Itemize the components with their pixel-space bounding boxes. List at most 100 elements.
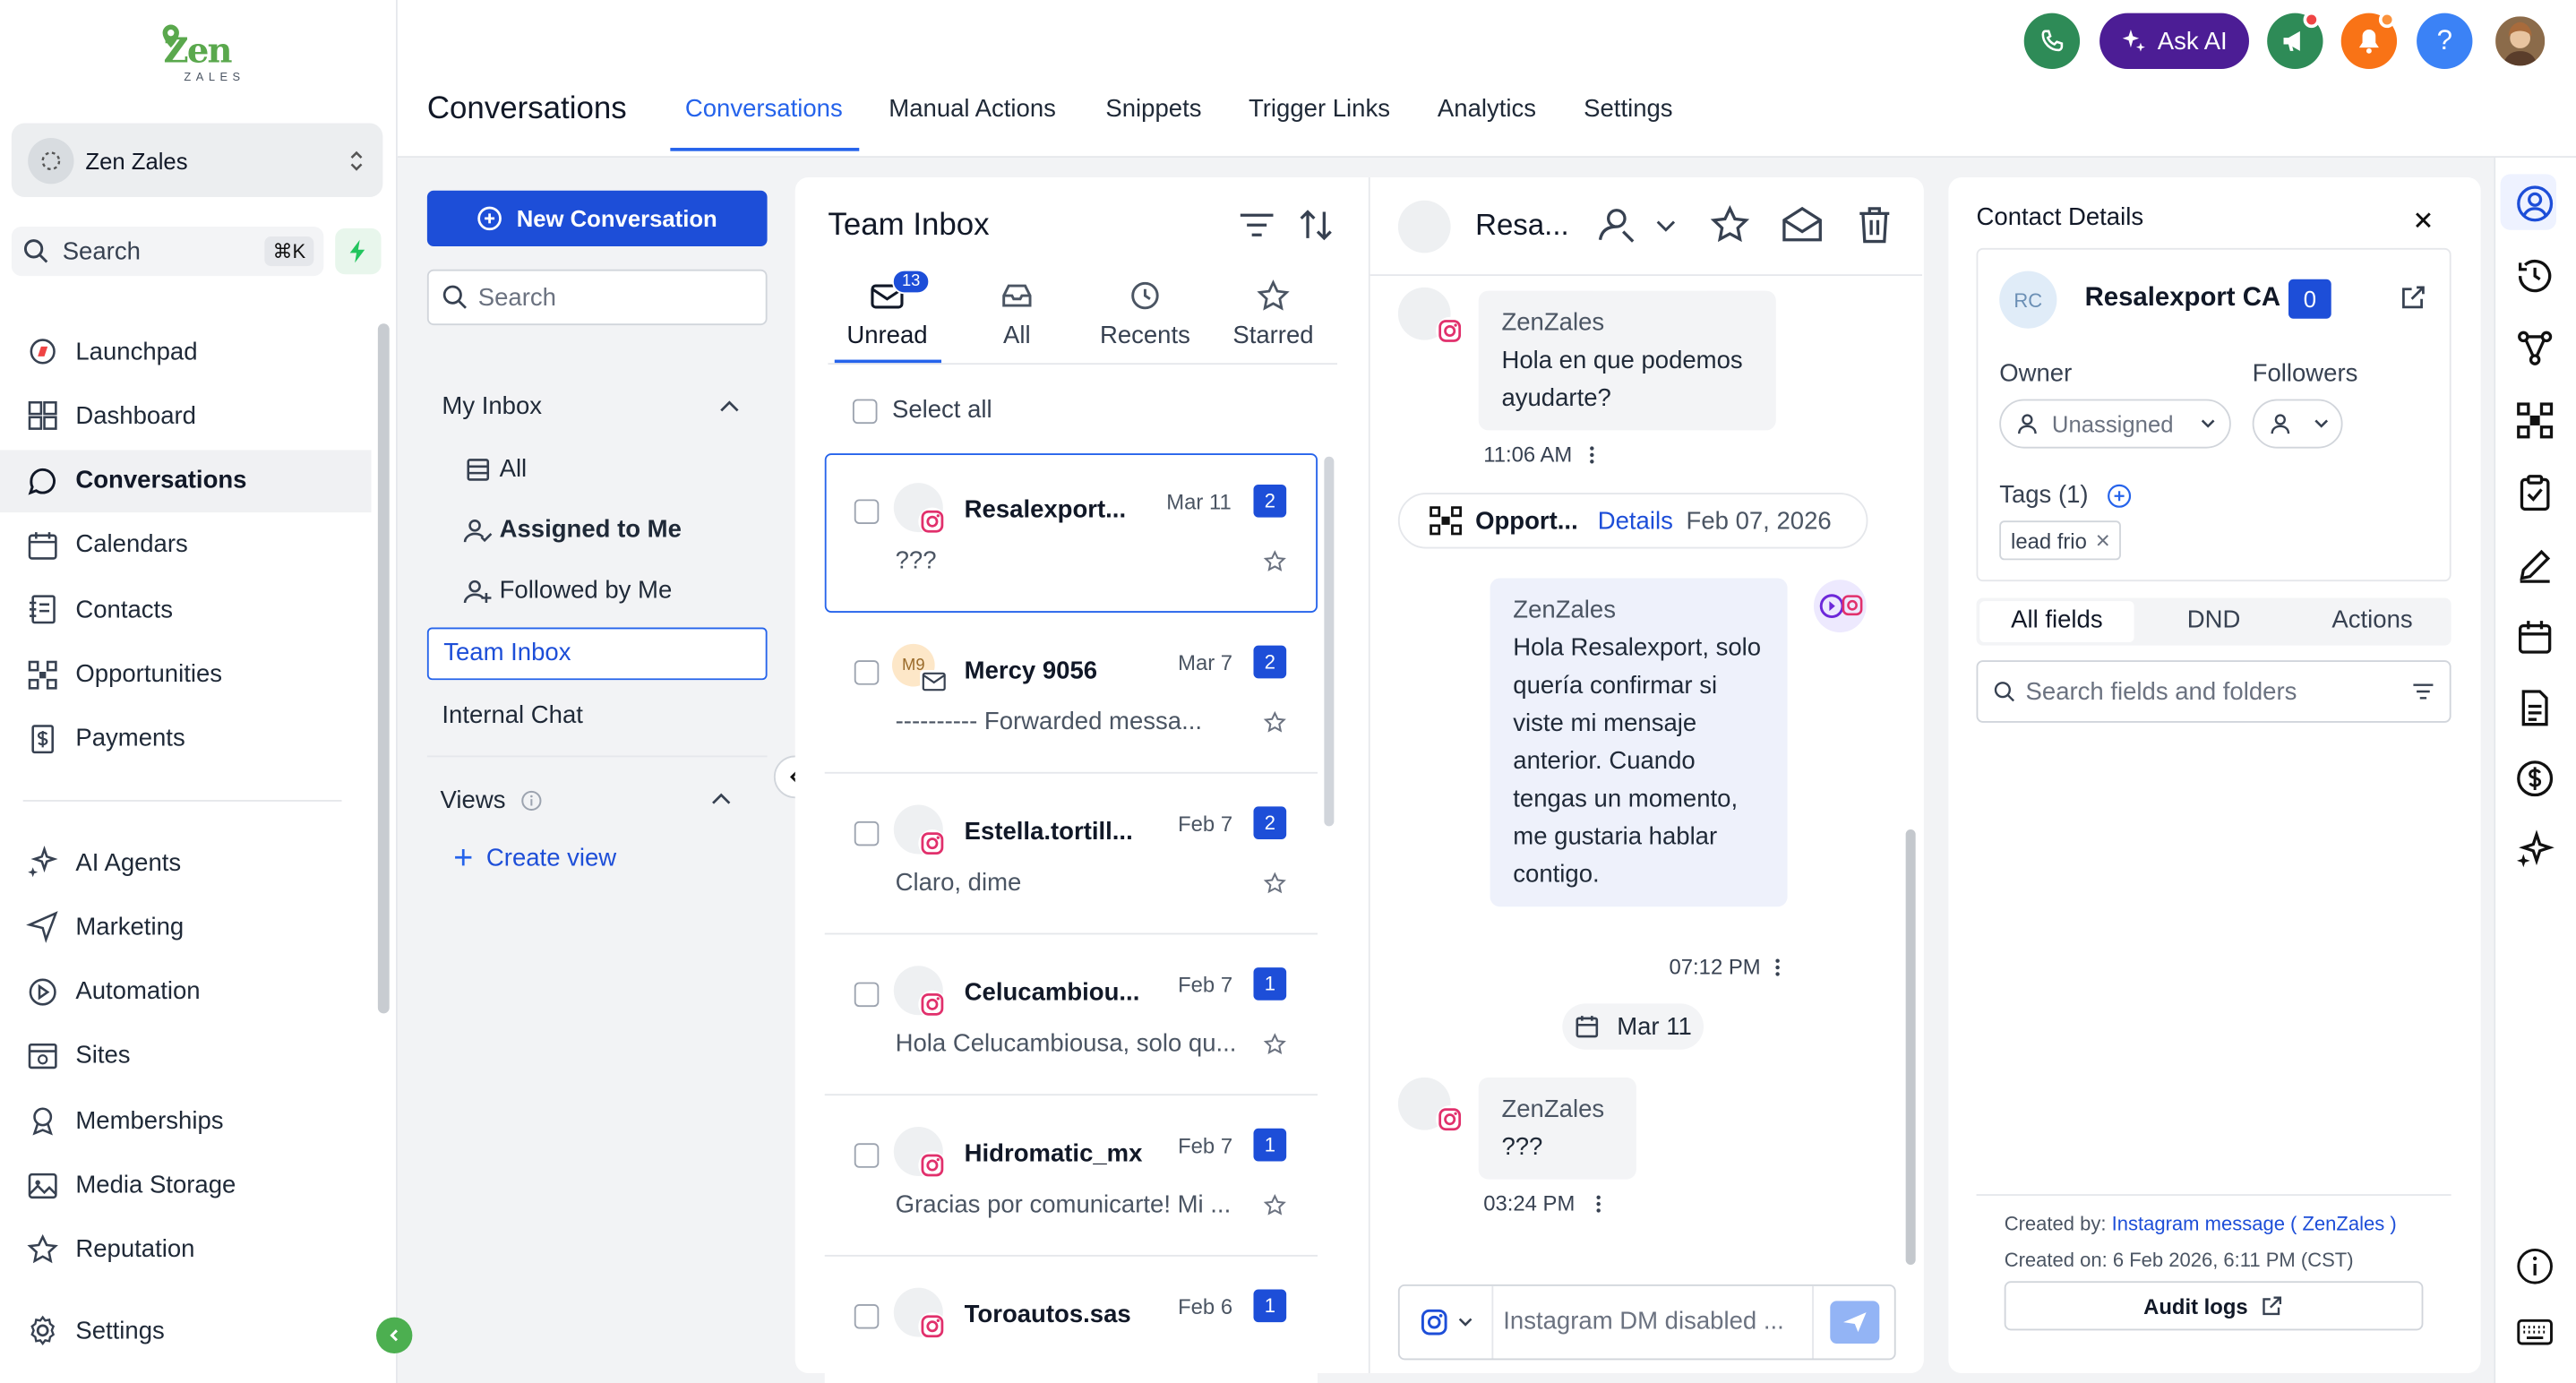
tab-manual-actions[interactable]: Manual Actions xyxy=(889,95,1056,123)
sidebar-item-launchpad[interactable]: Launchpad xyxy=(0,321,372,383)
sidebar-item-automation[interactable]: Automation xyxy=(0,960,372,1023)
conversation-item[interactable] xyxy=(824,775,1318,935)
owner-select[interactable]: Unassigned xyxy=(1999,399,2231,449)
star-outline-icon[interactable] xyxy=(1263,1194,1286,1217)
inbox-item-assigned[interactable]: Assigned to Me xyxy=(500,516,682,544)
conversation-item[interactable] xyxy=(824,453,1318,613)
team-inbox-item[interactable]: Team Inbox xyxy=(426,627,768,681)
notes-pen-icon[interactable] xyxy=(2513,544,2556,587)
audit-logs-button[interactable]: Audit logs xyxy=(2004,1281,2424,1331)
contact-name[interactable]: Resalexport CA xyxy=(2085,284,2281,314)
filter-icon[interactable] xyxy=(1237,209,1276,242)
conversation-item[interactable] xyxy=(824,1096,1318,1257)
tab-dnd[interactable]: DND xyxy=(2135,606,2291,634)
tab-all[interactable]: All xyxy=(979,279,1054,350)
tab-recents[interactable]: Recents xyxy=(1087,279,1202,350)
chevron-up-icon[interactable] xyxy=(709,790,733,810)
sidebar-search[interactable]: Search ⌘K xyxy=(11,227,324,277)
contact-profile-icon[interactable] xyxy=(2513,183,2556,226)
inbox-item-all[interactable]: All xyxy=(500,455,528,483)
filter-icon[interactable] xyxy=(2412,682,2435,701)
chat-scrollbar[interactable] xyxy=(1905,829,1916,1265)
assign-user-icon[interactable] xyxy=(1593,203,1639,246)
quick-action-button[interactable] xyxy=(335,228,382,275)
followers-select[interactable] xyxy=(2252,399,2343,449)
close-icon[interactable] xyxy=(2412,209,2435,232)
inbox-item-followed[interactable]: Followed by Me xyxy=(500,577,673,605)
sidebar-item-settings[interactable]: Settings xyxy=(0,1299,372,1362)
conversation-checkbox[interactable] xyxy=(854,499,880,524)
my-inbox-heading[interactable]: My Inbox xyxy=(442,392,542,420)
keyboard-icon[interactable] xyxy=(2513,1310,2556,1353)
conversation-checkbox[interactable] xyxy=(854,660,880,685)
collapse-sidebar-button[interactable] xyxy=(376,1317,413,1353)
select-all-checkbox[interactable] xyxy=(852,399,878,425)
tab-snippets[interactable]: Snippets xyxy=(1105,95,1201,123)
trash-icon[interactable] xyxy=(1853,203,1896,246)
help-button[interactable]: ? xyxy=(2417,13,2473,70)
new-conversation-button[interactable]: New Conversation xyxy=(426,190,768,247)
conversation-checkbox[interactable] xyxy=(854,982,880,1008)
phone-button[interactable] xyxy=(2023,13,2081,70)
tasks-icon[interactable] xyxy=(2513,471,2556,514)
tab-actions[interactable]: Actions xyxy=(2294,606,2451,634)
sort-icon[interactable] xyxy=(1296,205,1335,245)
conversation-checkbox[interactable] xyxy=(854,1303,880,1329)
zenzales-logo[interactable]: Zen ZALES xyxy=(151,23,244,96)
sidebar-item-conversations[interactable]: Conversations xyxy=(0,449,372,512)
chevron-up-icon[interactable] xyxy=(718,398,742,417)
more-options-icon[interactable] xyxy=(1593,1192,1603,1215)
tab-starred[interactable]: Starred xyxy=(1223,279,1325,350)
more-options-icon[interactable] xyxy=(1773,956,1782,979)
tag-chip[interactable]: lead frio xyxy=(1999,520,2122,561)
star-outline-icon[interactable] xyxy=(1263,550,1286,573)
conversation-item[interactable] xyxy=(824,936,1318,1096)
documents-icon[interactable] xyxy=(2513,686,2556,729)
sidebar-item-memberships[interactable]: Memberships xyxy=(0,1089,372,1152)
star-outline-icon[interactable] xyxy=(1263,1033,1286,1056)
sidebar-item-reputation[interactable]: Reputation xyxy=(0,1218,372,1281)
conversation-search-input[interactable]: Search xyxy=(426,269,768,326)
list-scrollbar[interactable] xyxy=(1324,456,1335,827)
remove-tag-icon[interactable] xyxy=(2097,534,2110,547)
opportunities-icon[interactable] xyxy=(2513,399,2556,442)
user-avatar[interactable] xyxy=(2492,13,2548,70)
sidebar-item-dashboard[interactable]: Dashboard xyxy=(0,385,372,448)
sidebar-scrollbar[interactable] xyxy=(377,323,390,1014)
sidebar-item-sites[interactable]: Sites xyxy=(0,1025,372,1087)
add-tag-icon[interactable] xyxy=(2106,483,2132,509)
workflow-icon[interactable] xyxy=(2513,327,2556,370)
chevron-down-icon[interactable] xyxy=(1654,215,1678,235)
info-icon[interactable] xyxy=(2513,1245,2556,1288)
tab-all-fields[interactable]: All fields xyxy=(1979,606,2134,634)
announcements-button[interactable] xyxy=(2267,11,2323,70)
tab-analytics[interactable]: Analytics xyxy=(1438,95,1536,123)
payments-dollar-icon[interactable] xyxy=(2513,757,2556,800)
opportunity-details-link[interactable]: Details xyxy=(1598,507,1673,535)
tab-trigger-links[interactable]: Trigger Links xyxy=(1249,95,1390,123)
conversation-item[interactable] xyxy=(824,614,1318,774)
tab-unread[interactable]: Unread 13 xyxy=(829,269,944,350)
tab-conversations[interactable]: Conversations xyxy=(685,95,843,123)
ai-sparkle-icon[interactable] xyxy=(2513,828,2556,871)
fields-search-input[interactable]: Search fields and folders xyxy=(1976,660,2451,723)
star-outline-icon[interactable] xyxy=(1709,203,1752,246)
appointments-calendar-icon[interactable] xyxy=(2513,616,2556,659)
created-by-link[interactable]: Instagram message ( ZenZales ) xyxy=(2112,1212,2397,1235)
internal-chat-item[interactable]: Internal Chat xyxy=(442,701,583,729)
conversation-checkbox[interactable] xyxy=(854,1143,880,1168)
sidebar-item-media-storage[interactable]: Media Storage xyxy=(0,1154,372,1216)
channel-selector[interactable] xyxy=(1400,1285,1494,1359)
sidebar-item-contacts[interactable]: Contacts xyxy=(0,579,372,641)
sidebar-item-payments[interactable]: Payments xyxy=(0,708,372,770)
external-link-icon[interactable] xyxy=(2399,282,2428,312)
account-switcher[interactable]: Zen Zales xyxy=(11,123,383,198)
activity-history-icon[interactable] xyxy=(2513,254,2556,297)
sidebar-item-marketing[interactable]: Marketing xyxy=(0,896,372,958)
message-input[interactable]: Instagram DM disabled ... xyxy=(1503,1308,1808,1336)
mark-read-icon[interactable] xyxy=(1779,203,1825,246)
more-options-icon[interactable] xyxy=(1587,443,1597,467)
conversation-checkbox[interactable] xyxy=(854,820,880,846)
create-view-link[interactable]: Create view xyxy=(486,845,616,872)
send-button[interactable] xyxy=(1812,1285,1894,1359)
